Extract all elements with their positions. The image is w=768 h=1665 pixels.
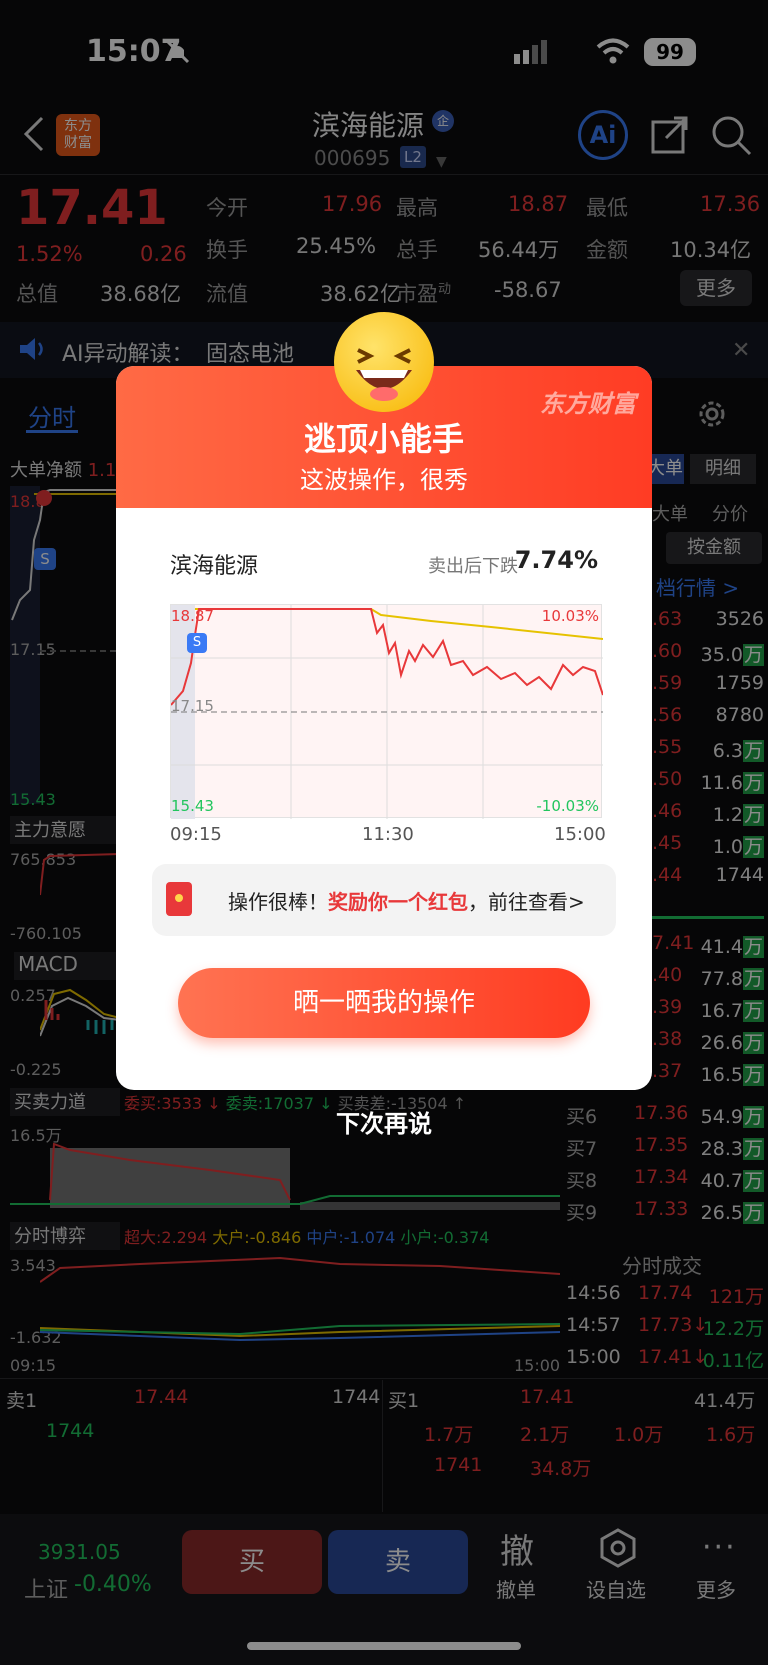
reward-text: 操作很棒！奖励你一个红包，前往查看> bbox=[228, 890, 585, 914]
modal-stock-name: 滨海能源 bbox=[170, 554, 259, 579]
mini-chart-svg bbox=[171, 605, 603, 819]
mini-top: 18.87 bbox=[171, 607, 214, 625]
laughing-emoji-icon bbox=[334, 312, 434, 412]
mini-sell-marker-icon: S bbox=[187, 633, 207, 653]
drop-value: 7.74% bbox=[514, 546, 598, 574]
mini-pct-low: -10.03% bbox=[536, 797, 599, 815]
mini-t2: 11:30 bbox=[362, 824, 414, 845]
mini-t1: 09:15 bbox=[170, 824, 222, 845]
modal-subtitle: 这波操作，很秀 bbox=[300, 466, 468, 494]
mini-low: 15.43 bbox=[171, 797, 214, 815]
drop-label: 卖出后下跌 bbox=[428, 556, 518, 577]
mini-chart: 18.87 17.15 15.43 10.03% -10.03% S bbox=[170, 604, 603, 819]
share-operation-button[interactable]: 晒一晒我的操作 bbox=[178, 968, 590, 1038]
modal-title: 逃顶小能手 bbox=[303, 420, 464, 458]
red-envelope-icon bbox=[166, 882, 192, 916]
mini-mid: 17.15 bbox=[171, 697, 214, 715]
achievement-modal: 东方财富 逃顶小能手 这波操作，很秀 滨海能源 卖出后下跌 7.74% 18.8… bbox=[116, 366, 652, 1090]
reward-banner[interactable]: 操作很棒！奖励你一个红包，前往查看> bbox=[152, 864, 616, 936]
later-button[interactable]: 下次再说 bbox=[0, 1104, 768, 1139]
mini-pct-top: 10.03% bbox=[541, 607, 599, 625]
mini-t3: 15:00 bbox=[554, 824, 606, 845]
stock-detail-page: 15:07 99 东方 财富 滨海能源 企 000695 L2 ▼ Ai 17.4… bbox=[0, 0, 768, 1665]
